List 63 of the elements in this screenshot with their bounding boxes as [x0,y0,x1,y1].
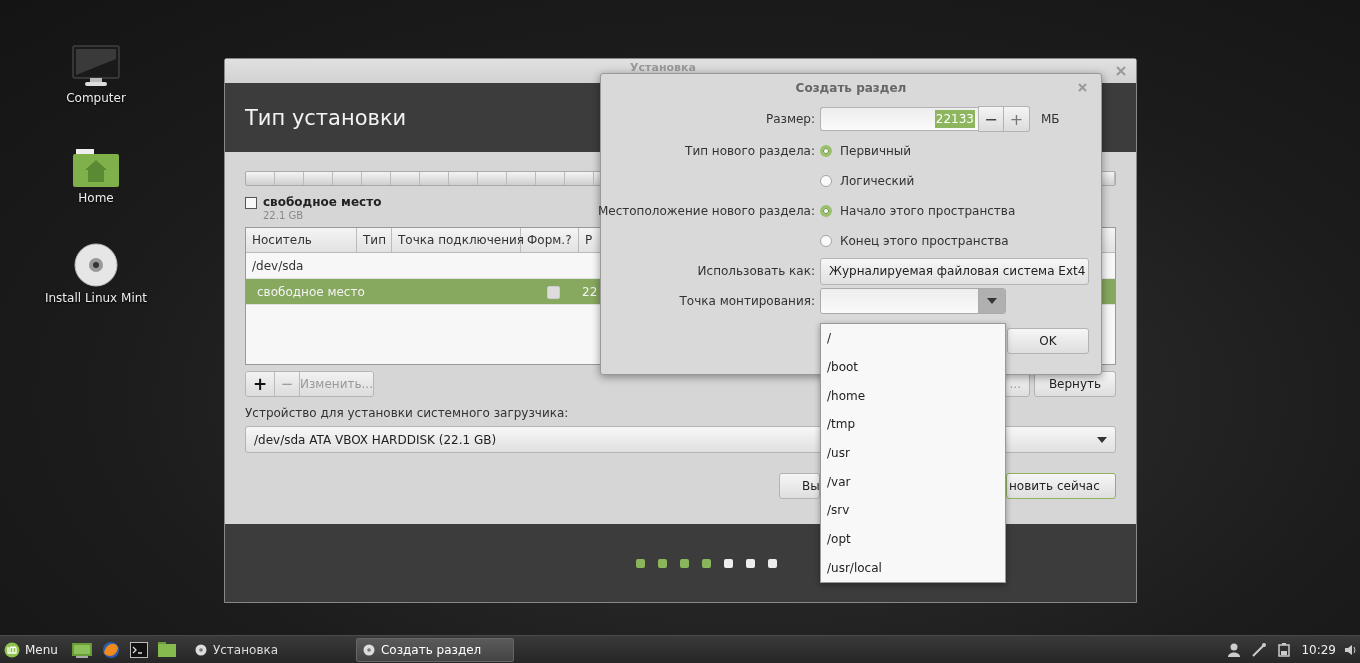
browser-icon[interactable] [101,640,120,659]
dialog-title: Создать раздел [795,81,907,95]
menu-item[interactable]: / [821,324,1005,353]
decrement-button[interactable]: − [978,106,1004,132]
column-header[interactable]: Носитель [246,228,357,252]
table-cell: 22 [582,284,598,299]
table-cell-text: свободное место [256,284,366,299]
mint-logo-icon [4,641,20,658]
dropdown-arrow-icon [1097,436,1107,443]
menu-item[interactable]: /opt [821,524,1005,554]
menu-item[interactable]: /var [821,467,1005,497]
home-folder-icon[interactable] [73,149,119,187]
dropdown-arrow-icon [987,298,997,304]
taskbar-window-button[interactable]: Создать раздел [355,637,514,662]
field-label: Размер: [764,111,815,128]
monitor-icon[interactable] [72,45,120,87]
folder-icon[interactable] [157,642,176,657]
desktop-icon-label[interactable]: Install Linux Mint [44,291,148,305]
column-header[interactable]: Точка подключения [392,228,521,252]
page-heading: Тип установки [245,105,407,130]
radio-option[interactable]: Конец этого пространства [820,234,1009,248]
clock[interactable]: 10:29 [1301,642,1336,657]
menu-item[interactable]: /usr/local [821,553,1005,583]
radio-button[interactable] [820,235,832,247]
quit-button[interactable]: Вы [779,473,820,499]
column-header[interactable]: Тип [357,228,392,252]
field-label: Местоположение нового раздела: [601,203,815,220]
disc-icon [194,643,207,656]
radio-option[interactable]: Первичный [820,144,912,158]
desktop-icon-label[interactable]: Computer [66,91,126,105]
radio-option[interactable]: Начало этого пространства [820,204,1016,218]
increment-button[interactable]: + [1004,106,1030,132]
desktop-icon[interactable] [71,641,92,658]
format-checkbox[interactable] [546,286,560,299]
radio-button[interactable] [820,175,832,187]
legend-label: свободное место [263,195,382,209]
bootloader-label: Устройство для установки системного загрузчика: [245,406,570,420]
disc-icon[interactable] [74,243,118,287]
battery-icon[interactable] [1278,642,1293,657]
field-label: Тип нового раздела: [684,143,815,160]
network-icon[interactable] [1252,642,1267,657]
user-icon[interactable] [1228,642,1241,657]
volume-icon[interactable] [1345,643,1357,656]
install-button[interactable]: новить сейчас [1006,473,1116,499]
taskbar-window-button[interactable]: Установка [187,637,346,662]
radio-button[interactable] [820,205,832,217]
window-title: Установка [630,62,696,74]
field-label: Точка монтирования: [678,293,815,310]
table-cell-text: /dev/sda [251,258,304,273]
radio-option[interactable]: Логический [820,174,915,188]
disc-icon [362,643,375,656]
ok-button[interactable]: OK [1007,328,1089,354]
size-value: 22133 [934,110,975,128]
legend-size: 22.1 GB [263,210,305,221]
menu-item[interactable]: /srv [821,496,1005,525]
desktop-icon-label[interactable]: Home [78,191,114,205]
radio-button[interactable] [820,145,832,157]
field-label: Использовать как: [696,263,815,280]
unit-label: МБ [1041,112,1060,126]
terminal-icon[interactable] [129,641,148,658]
menu-button[interactable]: Menu [0,636,64,663]
add-button[interactable]: + [246,372,275,396]
filesystem-dropdown[interactable]: Журналируемая файловая система Ext4 [820,257,1089,285]
